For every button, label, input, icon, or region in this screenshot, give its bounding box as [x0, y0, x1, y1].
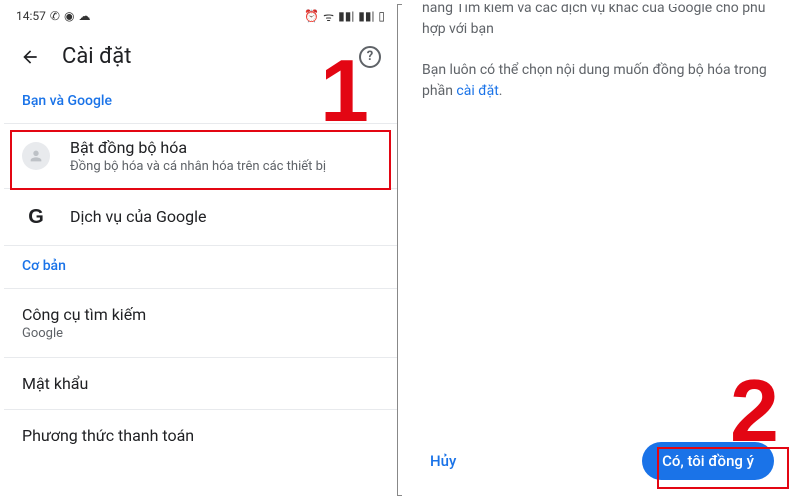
- status-time: 14:57: [16, 9, 46, 23]
- signal-icon: ▮▮|: [338, 9, 354, 23]
- help-button[interactable]: ?: [359, 46, 381, 68]
- header: Cài đặt ?: [4, 28, 397, 81]
- section-you-and-google: Bạn và Google: [4, 81, 397, 123]
- google-services-title: Dịch vụ của Google: [70, 207, 379, 226]
- passwords-title: Mật khẩu: [22, 374, 379, 393]
- phone-icon: ✆: [50, 9, 60, 23]
- help-icon: ?: [367, 49, 373, 64]
- consent-body: Bạn luôn có thể chọn nội dung muốn đồng …: [422, 60, 776, 102]
- battery-icon: ▯: [378, 9, 385, 23]
- google-g-icon: G: [28, 206, 44, 229]
- payment-title: Phương thức thanh toán: [22, 426, 379, 445]
- passwords-row[interactable]: Mật khẩu: [4, 358, 397, 410]
- settings-screen: 14:57 ✆ ◉ ☁ ⏰ ᯤ ▮▮| ▮▮| ▯ Cài đặt ? Bạn …: [4, 4, 398, 496]
- enable-sync-row[interactable]: Bật đồng bộ hóa Đồng bộ hóa và cá nhân h…: [4, 123, 397, 189]
- agree-button[interactable]: Có, tôi đồng ý: [642, 442, 774, 480]
- cancel-button[interactable]: Hủy: [424, 442, 462, 480]
- consent-cut-text: năng Tìm kiếm và các dịch vụ khác của Go…: [422, 4, 776, 40]
- alarm-icon: ⏰: [304, 9, 319, 23]
- page-title: Cài đặt: [62, 44, 337, 69]
- wifi-icon: ᯤ: [323, 8, 334, 25]
- avatar-placeholder-icon: [22, 142, 50, 170]
- google-services-row[interactable]: G Dịch vụ của Google: [4, 189, 397, 246]
- payment-methods-row[interactable]: Phương thức thanh toán: [4, 410, 397, 461]
- arrow-left-icon: [20, 47, 40, 67]
- search-engine-title: Công cụ tìm kiếm: [22, 305, 379, 324]
- sync-title: Bật đồng bộ hóa: [70, 138, 379, 157]
- search-engine-value: Google: [22, 326, 379, 341]
- chat-icon: ☁: [78, 9, 90, 23]
- consent-button-bar: Hủy Có, tôi đồng ý: [402, 442, 796, 480]
- settings-link[interactable]: cài đặt: [456, 83, 498, 99]
- signal2-icon: ▮▮|: [358, 9, 374, 23]
- section-basics: Cơ bản: [4, 246, 397, 288]
- messenger-icon: ◉: [64, 9, 74, 23]
- back-button[interactable]: [20, 47, 40, 67]
- status-bar: 14:57 ✆ ◉ ☁ ⏰ ᯤ ▮▮| ▮▮| ▯: [4, 4, 397, 28]
- sync-consent-screen: năng Tìm kiếm và các dịch vụ khác của Go…: [402, 4, 796, 496]
- sync-subtitle: Đồng bộ hóa và cá nhân hóa trên các thiế…: [70, 159, 379, 174]
- search-engine-row[interactable]: Công cụ tìm kiếm Google: [4, 288, 397, 358]
